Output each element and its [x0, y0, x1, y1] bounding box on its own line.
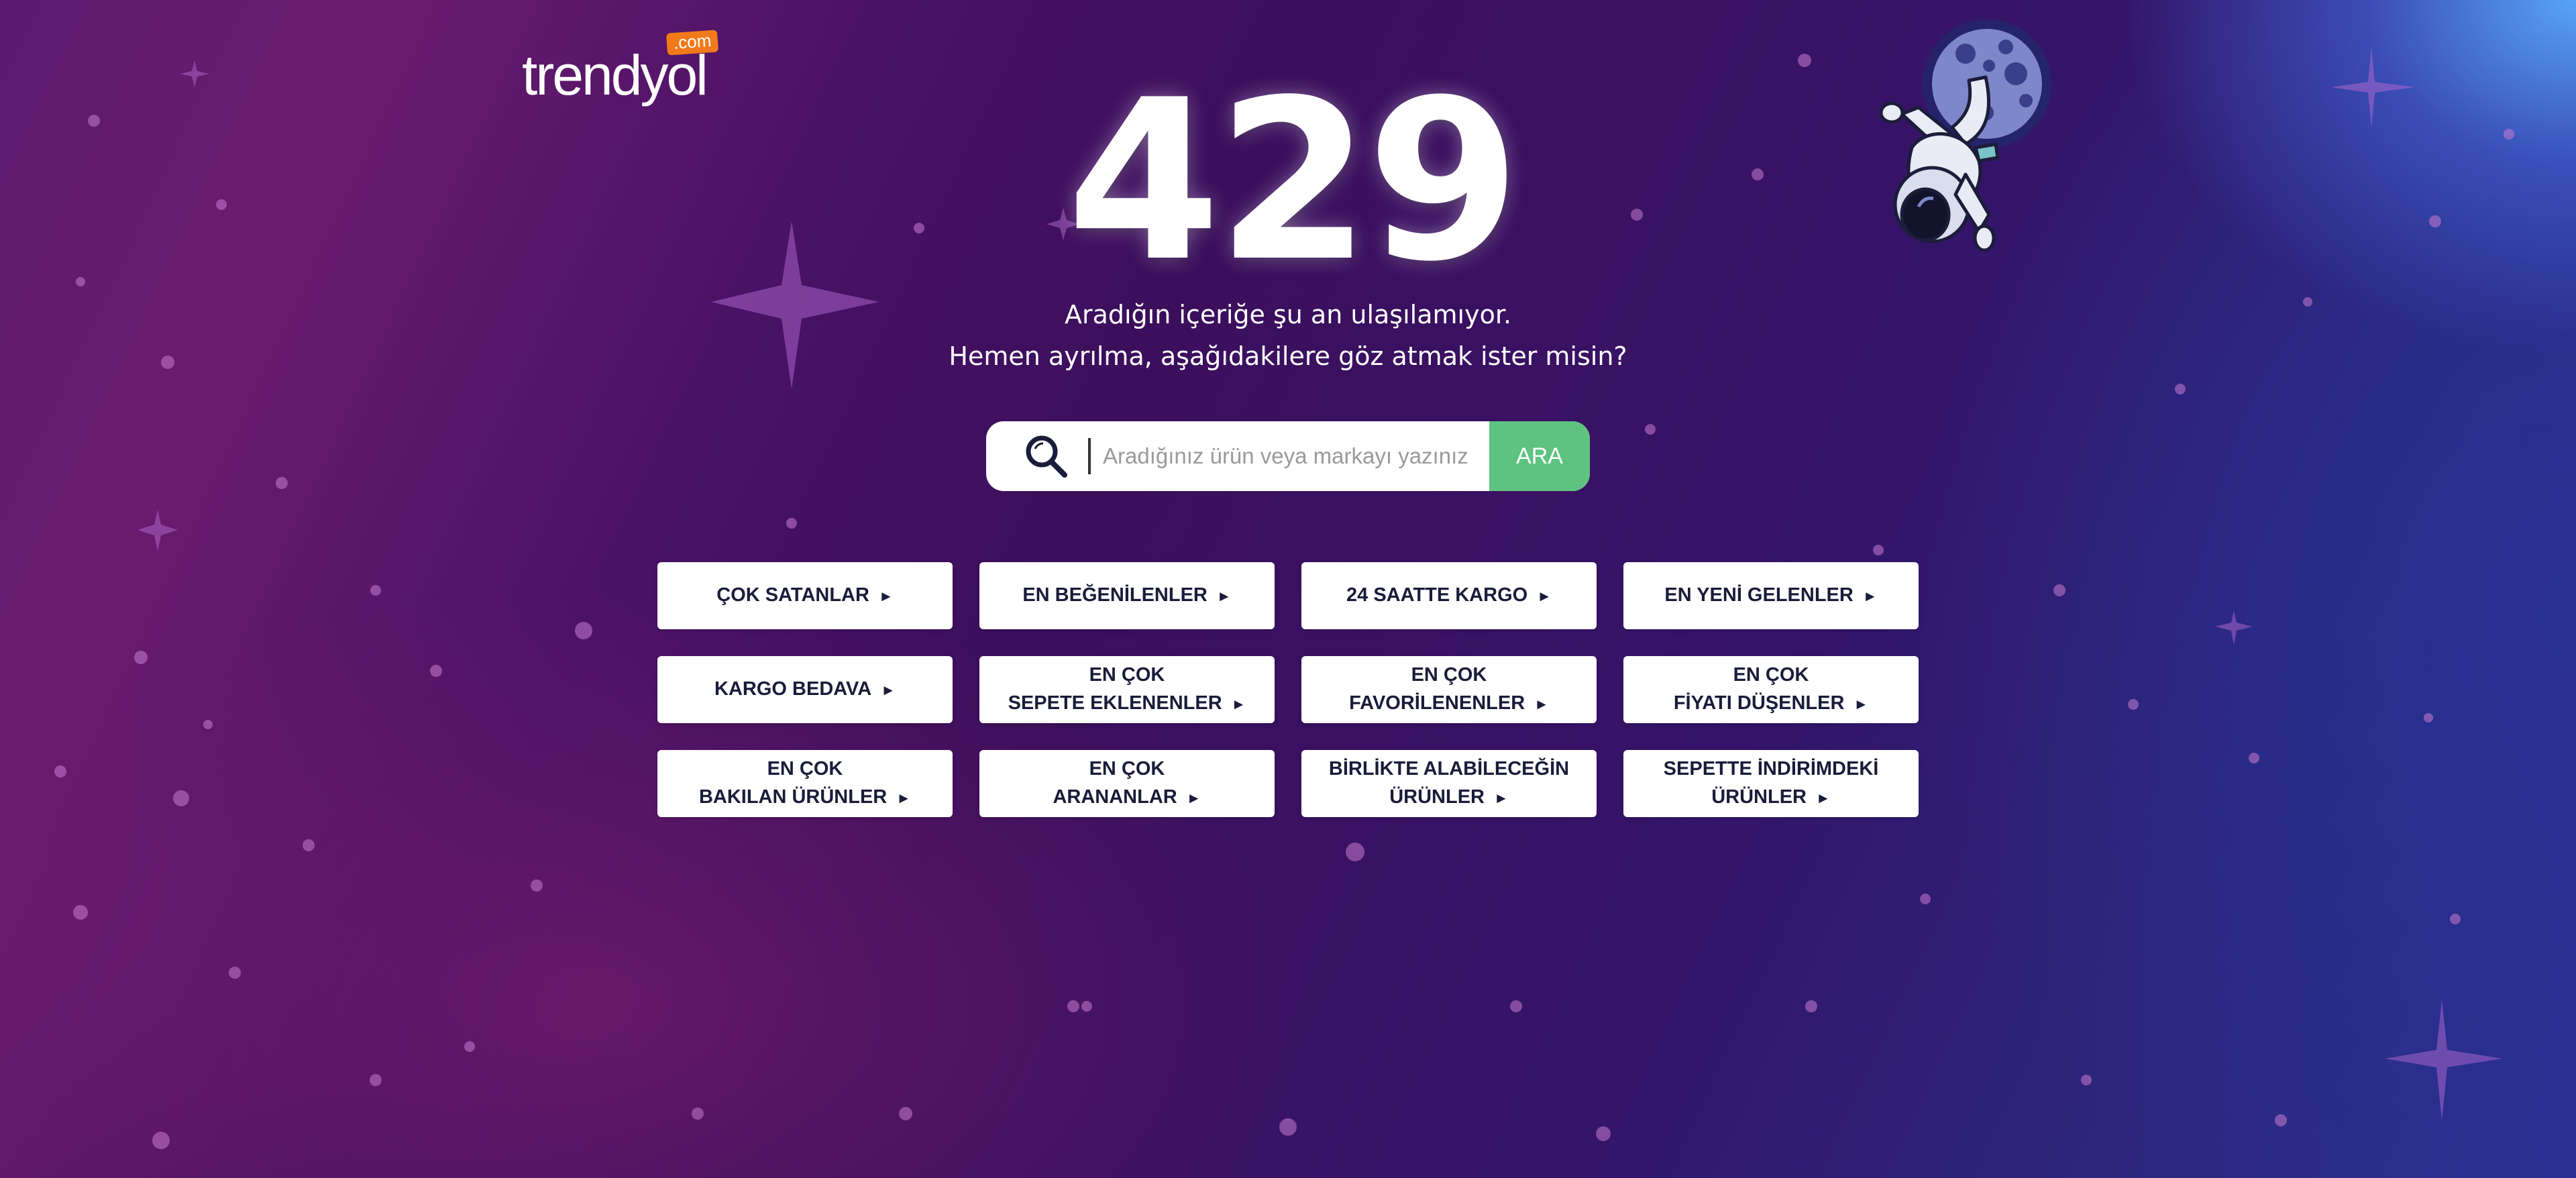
- arrow-right-icon: ►: [1186, 790, 1201, 806]
- category-label: KARGO BEDAVA ►: [714, 675, 896, 704]
- category-label-line-2: ARANANLAR: [1053, 786, 1177, 808]
- category-label-line-1: SEPETTE İNDİRİMDEKİ: [1663, 758, 1879, 780]
- category-label: SEPETTE İNDİRİMDEKİ ÜRÜNLER ►: [1664, 755, 1879, 812]
- category-button[interactable]: 24 SAATTE KARGO ►: [1301, 562, 1597, 629]
- category-label: EN ÇOK ARANANLAR ►: [1053, 755, 1201, 812]
- category-button[interactable]: SEPETTE İNDİRİMDEKİ ÜRÜNLER ►: [1623, 750, 1919, 817]
- category-label-line-1: BİRLİKTE ALABİLECEĞİN: [1328, 758, 1570, 780]
- search-input[interactable]: [1091, 421, 1489, 491]
- arrow-right-icon: ►: [1537, 588, 1552, 604]
- category-label-line-1: EN ÇOK: [1089, 664, 1165, 686]
- arrow-right-icon: ►: [1231, 696, 1246, 712]
- arrow-right-icon: ►: [1534, 696, 1549, 712]
- arrow-right-icon: ►: [878, 588, 894, 604]
- category-label-line-2: FAVORİLENENLER: [1349, 692, 1525, 714]
- trendyol-logo[interactable]: trendyol .com: [522, 30, 730, 107]
- search-button[interactable]: ARA: [1489, 421, 1590, 491]
- category-label-line-1: EN ÇOK: [767, 758, 843, 780]
- arrow-right-icon: ►: [896, 790, 912, 806]
- category-button[interactable]: EN ÇOK ARANANLAR ►: [979, 750, 1275, 817]
- category-button[interactable]: EN YENİ GELENLER ►: [1623, 562, 1919, 629]
- category-label: EN YENİ GELENLER ►: [1664, 581, 1877, 610]
- astronaut-illustration: [1879, 19, 2051, 252]
- category-label: BİRLİKTE ALABİLECEĞİN ÜRÜNLER ►: [1329, 755, 1569, 812]
- arrow-right-icon: ►: [1854, 696, 1869, 712]
- category-label-line-1: EN ÇOK: [1411, 664, 1487, 686]
- category-button[interactable]: EN BEĞENİLENLER ►: [979, 562, 1275, 629]
- category-label-line-1: 24 SAATTE KARGO: [1346, 584, 1528, 606]
- category-label: EN BEĞENİLENLER ►: [1022, 581, 1231, 610]
- error-message: Aradığın içeriğe şu an ulaşılamıyor. Hem…: [872, 294, 1704, 377]
- category-label-line-1: EN ÇOK: [1089, 758, 1165, 780]
- error-message-line-1: Aradığın içeriğe şu an ulaşılamıyor.: [1064, 300, 1512, 329]
- logo-com-badge: .com: [665, 30, 719, 56]
- category-label-line-1: KARGO BEDAVA: [714, 678, 872, 700]
- category-label-line-1: EN YENİ GELENLER: [1664, 584, 1854, 606]
- arrow-right-icon: ►: [1493, 790, 1509, 806]
- category-button[interactable]: EN ÇOK FAVORİLENENLER ►: [1301, 656, 1597, 723]
- category-button[interactable]: EN ÇOK SEPETE EKLENENLER ►: [979, 656, 1275, 723]
- arrow-right-icon: ►: [1216, 588, 1232, 604]
- category-label: EN ÇOK SEPETE EKLENENLER ►: [1008, 661, 1246, 718]
- search-icon[interactable]: [1013, 421, 1080, 491]
- arrow-right-icon: ►: [1816, 790, 1831, 806]
- search-bar: ARA: [986, 421, 1590, 491]
- category-button[interactable]: KARGO BEDAVA ►: [657, 656, 953, 723]
- category-label-line-2: ÜRÜNLER: [1389, 786, 1485, 808]
- category-label-line-1: ÇOK SATANLAR: [716, 584, 869, 606]
- error-message-line-2: Hemen ayrılma, aşağıdakilere göz atmak i…: [949, 341, 1627, 371]
- category-label: EN ÇOK FİYATI DÜŞENLER ►: [1674, 661, 1868, 718]
- category-button[interactable]: ÇOK SATANLAR ►: [657, 562, 953, 629]
- category-label-line-2: BAKILAN ÜRÜNLER: [698, 786, 888, 808]
- category-label-line-2: FİYATI DÜŞENLER: [1673, 692, 1845, 714]
- category-label: ÇOK SATANLAR ►: [716, 581, 893, 610]
- category-label: EN ÇOK BAKILAN ÜRÜNLER ►: [699, 755, 911, 812]
- category-label-line-1: EN ÇOK: [1733, 664, 1809, 686]
- category-label: EN ÇOK FAVORİLENENLER ►: [1349, 661, 1549, 718]
- category-links-grid: ÇOK SATANLAR ► EN BEĞENİLENLER ► 24 SAATTE K…: [657, 562, 1919, 817]
- category-label: 24 SAATTE KARGO ►: [1346, 581, 1552, 610]
- category-button[interactable]: EN ÇOK FİYATI DÜŞENLER ►: [1623, 656, 1919, 723]
- arrow-right-icon: ►: [881, 682, 896, 698]
- category-label-line-1: EN BEĞENİLENLER: [1022, 584, 1208, 606]
- category-button[interactable]: EN ÇOK BAKILAN ÜRÜNLER ►: [657, 750, 953, 817]
- category-label-line-2: ÜRÜNLER: [1711, 786, 1807, 808]
- arrow-right-icon: ►: [1862, 588, 1878, 604]
- category-button[interactable]: BİRLİKTE ALABİLECEĞİN ÜRÜNLER ►: [1301, 750, 1597, 817]
- category-label-line-2: SEPETE EKLENENLER: [1008, 692, 1222, 714]
- error-code: 429: [1067, 52, 1521, 310]
